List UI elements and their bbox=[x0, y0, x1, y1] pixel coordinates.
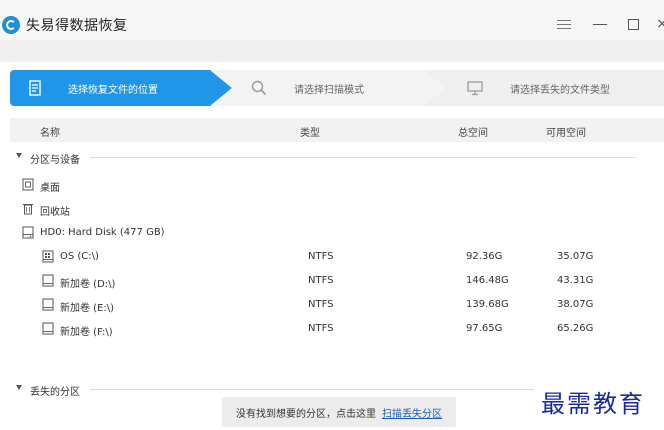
drive-icon bbox=[42, 298, 54, 311]
document-icon bbox=[29, 80, 41, 96]
lost-partition-prompt: 没有找到想要的分区，点击这里 扫描丢失分区 bbox=[222, 397, 456, 427]
partition-total: 146.48G bbox=[466, 275, 509, 286]
maximize-button[interactable] bbox=[623, 14, 643, 34]
list-item-recycle-bin[interactable]: 回收站 bbox=[10, 198, 664, 220]
minimize-button[interactable] bbox=[590, 14, 610, 34]
table-row[interactable]: 新加卷 (E:\) NTFS 139.68G 38.07G bbox=[10, 294, 664, 316]
step-label: 请选择丢失的文件类型 bbox=[510, 84, 610, 96]
step-label: 选择恢复文件的位置 bbox=[68, 84, 158, 96]
drive-icon bbox=[42, 322, 54, 335]
menu-icon[interactable] bbox=[554, 14, 574, 34]
collapse-triangle-icon[interactable] bbox=[16, 153, 22, 158]
list-item-desktop[interactable]: 桌面 bbox=[10, 174, 664, 196]
partition-type: NTFS bbox=[308, 275, 334, 286]
location-label: 桌面 bbox=[40, 183, 60, 194]
group-label: 分区与设备 bbox=[30, 155, 80, 166]
step-file-type[interactable]: 请选择丢失的文件类型 bbox=[424, 70, 664, 106]
partition-free: 43.31G bbox=[557, 275, 594, 286]
group-label: 丢失的分区 bbox=[30, 387, 80, 398]
partition-type: NTFS bbox=[308, 251, 334, 262]
scan-lost-partition-link[interactable]: 扫描丢失分区 bbox=[382, 405, 442, 420]
app-title: 失易得数据恢复 bbox=[26, 18, 128, 34]
partition-total: 139.68G bbox=[466, 299, 509, 310]
partition-total: 97.65G bbox=[466, 323, 503, 334]
app-logo-icon bbox=[2, 16, 20, 34]
partition-free: 65.26G bbox=[557, 323, 594, 334]
table-header: 名称 类型 总空间 可用空间 bbox=[10, 118, 664, 142]
partition-type: NTFS bbox=[308, 323, 334, 334]
title-bar: 失易得数据恢复 × bbox=[0, 0, 664, 40]
group-divider bbox=[90, 157, 636, 158]
collapse-triangle-icon[interactable] bbox=[16, 385, 22, 390]
partition-name: 新加卷 (F:\) bbox=[60, 327, 113, 338]
step-scan-mode[interactable]: 请选择扫描模式 bbox=[210, 70, 446, 106]
system-drive-icon bbox=[42, 250, 54, 263]
location-label: 回收站 bbox=[40, 207, 70, 218]
group-divider bbox=[90, 389, 534, 390]
partition-total: 92.36G bbox=[466, 251, 503, 262]
watermark-text: 最需教育 bbox=[541, 390, 645, 418]
partition-name: 新加卷 (D:\) bbox=[60, 279, 116, 290]
table-row[interactable]: OS (C:\) NTFS 92.36G 35.07G bbox=[10, 246, 664, 268]
partition-name: OS (C:\) bbox=[60, 251, 99, 262]
partition-free: 35.07G bbox=[557, 251, 594, 262]
toolbar-strip bbox=[0, 40, 664, 62]
column-header-total[interactable]: 总空间 bbox=[458, 124, 488, 139]
table-row[interactable]: 新加卷 (F:\) NTFS 97.65G 65.26G bbox=[10, 318, 664, 340]
partition-name: 新加卷 (E:\) bbox=[60, 303, 115, 314]
drive-icon bbox=[42, 274, 54, 287]
step-label: 请选择扫描模式 bbox=[294, 84, 364, 96]
prompt-text: 没有找到想要的分区，点击这里 bbox=[236, 408, 376, 420]
list-item-hard-disk[interactable]: HD0: Hard Disk (477 GB) bbox=[10, 222, 664, 244]
location-label: HD0: Hard Disk (477 GB) bbox=[40, 227, 165, 238]
search-icon bbox=[251, 80, 267, 96]
close-button[interactable]: × bbox=[652, 14, 664, 34]
desktop-icon bbox=[22, 178, 34, 191]
partition-free: 38.07G bbox=[557, 299, 594, 310]
column-header-name[interactable]: 名称 bbox=[40, 124, 60, 139]
hard-disk-icon bbox=[22, 226, 34, 239]
partition-type: NTFS bbox=[308, 299, 334, 310]
recycle-bin-icon bbox=[23, 204, 33, 215]
step-wizard: 选择恢复文件的位置 请选择扫描模式 请选择丢失的文件类型 bbox=[10, 70, 664, 106]
monitor-icon bbox=[467, 81, 483, 96]
column-header-type[interactable]: 类型 bbox=[300, 124, 320, 139]
step-select-location[interactable]: 选择恢复文件的位置 bbox=[10, 70, 232, 106]
column-header-free[interactable]: 可用空间 bbox=[546, 124, 586, 139]
table-row[interactable]: 新加卷 (D:\) NTFS 146.48G 43.31G bbox=[10, 270, 664, 292]
